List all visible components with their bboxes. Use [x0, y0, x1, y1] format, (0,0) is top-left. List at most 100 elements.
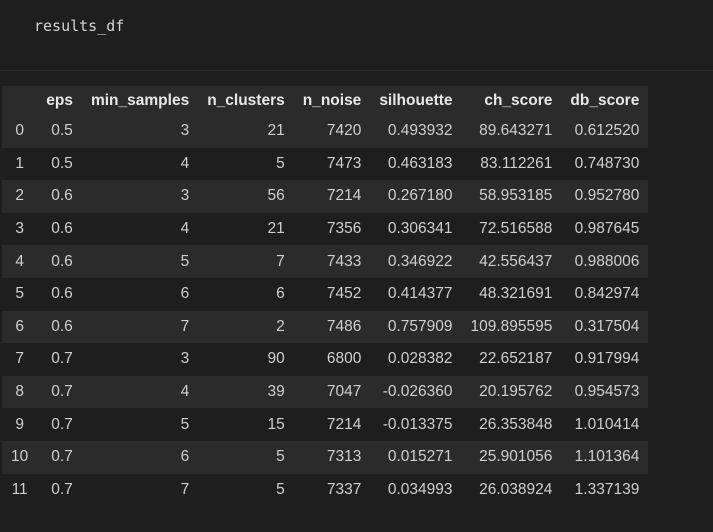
- header-eps: eps: [37, 86, 82, 115]
- header-silhouette: silhouette: [370, 86, 462, 115]
- db-score-cell: 0.987645: [574, 220, 640, 238]
- eps-cell: 0.6: [51, 252, 73, 270]
- db-score-cell: 1.010414: [574, 415, 640, 433]
- eps-cell: 0.7: [51, 448, 73, 466]
- ch-score-cell: 42.556437: [479, 252, 553, 270]
- row-index: 10: [11, 448, 29, 466]
- header-n-clusters: n_clusters: [198, 86, 294, 115]
- table-row: 4 0.6 5 7 7433 0.346922 42.556437 0.988006: [2, 245, 649, 278]
- row-index: 9: [15, 415, 24, 433]
- eps-cell: 0.7: [51, 480, 73, 498]
- n-clusters-cell: 5: [276, 480, 285, 498]
- ch-score-cell: 22.652187: [479, 350, 553, 368]
- ch-score-cell: 26.038924: [479, 480, 553, 498]
- table-row: 5 0.6 6 6 7452 0.414377 48.321691 0.842974: [2, 277, 649, 311]
- n-noise-cell: 7214: [326, 415, 362, 433]
- eps-cell: 0.7: [51, 415, 73, 433]
- table-row: 7 0.7 3 90 6800 0.028382 22.652187 0.917994: [2, 343, 649, 376]
- row-index: 11: [11, 480, 28, 498]
- n-noise-cell: 7214: [326, 187, 362, 205]
- min-samples-cell: 4: [180, 220, 190, 238]
- n-clusters-cell: 39: [267, 383, 285, 401]
- db-score-cell: 1.101364: [574, 448, 640, 466]
- n-noise-cell: 7356: [326, 220, 362, 238]
- row-index: 5: [15, 285, 24, 303]
- code-cell[interactable]: results_df: [0, 0, 713, 71]
- row-index: 8: [15, 383, 24, 401]
- silhouette-cell: 0.493932: [387, 122, 453, 140]
- n-noise-cell: 7486: [326, 317, 362, 335]
- eps-cell: 0.7: [51, 383, 73, 401]
- row-index: 2: [15, 187, 24, 205]
- header-n-noise: n_noise: [293, 86, 371, 115]
- min-samples-cell: 7: [180, 480, 190, 498]
- eps-cell: 0.6: [51, 187, 73, 205]
- eps-cell: 0.5: [51, 154, 73, 172]
- silhouette-cell: 0.015271: [387, 448, 453, 466]
- results-table: eps min_samples n_clusters n_noise silho…: [2, 86, 649, 507]
- table-body: 0 0.5 3 21 7420 0.493932 89.643271 0.612520 1 0.5…: [2, 115, 649, 507]
- db-score-cell: 0.988006: [574, 252, 640, 270]
- n-clusters-cell: 5: [276, 154, 285, 172]
- table-row: 3 0.6 4 21 7356 0.306341 72.516588 0.987645: [2, 212, 649, 246]
- ch-score-cell: 83.112261: [480, 154, 553, 172]
- ch-score-cell: 58.953185: [479, 187, 553, 205]
- table-header-row: eps min_samples n_clusters n_noise silho…: [2, 86, 649, 115]
- table-row: 6 0.6 7 2 7486 0.757909 109.895595 0.317504: [2, 310, 649, 344]
- n-clusters-cell: 2: [276, 317, 285, 335]
- n-noise-cell: 7337: [326, 480, 362, 498]
- silhouette-cell: 0.414377: [387, 285, 453, 303]
- min-samples-cell: 4: [180, 154, 190, 172]
- table-row: 8 0.7 4 39 7047 -0.026360 20.195762 0.954573: [2, 375, 649, 409]
- row-index: 4: [15, 252, 24, 270]
- table-row: 0 0.5 3 21 7420 0.493932 89.643271 0.612520: [2, 115, 649, 148]
- ch-score-cell: 20.195762: [479, 383, 553, 401]
- header-index: [2, 86, 38, 115]
- min-samples-cell: 4: [180, 383, 190, 401]
- db-score-cell: 0.842974: [574, 285, 640, 303]
- table-row: 2 0.6 3 56 7214 0.267180 58.953185 0.952780: [2, 180, 649, 213]
- min-samples-cell: 3: [180, 187, 190, 205]
- row-index: 6: [15, 317, 24, 335]
- n-clusters-cell: 21: [267, 220, 285, 238]
- n-clusters-cell: 15: [267, 415, 285, 433]
- silhouette-cell: -0.026360: [382, 383, 453, 401]
- db-score-cell: 0.917994: [574, 350, 640, 368]
- min-samples-cell: 7: [180, 317, 190, 335]
- n-noise-cell: 7313: [326, 448, 362, 466]
- n-noise-cell: 7433: [326, 252, 362, 270]
- db-score-cell: 0.748730: [574, 154, 640, 172]
- code-text[interactable]: results_df: [34, 17, 124, 35]
- eps-cell: 0.6: [51, 285, 73, 303]
- min-samples-cell: 5: [180, 415, 190, 433]
- silhouette-cell: 0.346922: [387, 252, 453, 270]
- db-score-cell: 0.952780: [574, 187, 640, 205]
- row-index: 1: [15, 154, 24, 172]
- n-clusters-cell: 21: [267, 122, 285, 140]
- min-samples-cell: 3: [180, 122, 190, 140]
- silhouette-cell: 0.267180: [387, 187, 453, 205]
- output-cell: eps min_samples n_clusters n_noise silho…: [0, 71, 713, 532]
- db-score-cell: 0.612520: [574, 122, 640, 140]
- eps-cell: 0.6: [51, 220, 73, 238]
- min-samples-cell: 5: [180, 252, 190, 270]
- n-noise-cell: 7452: [326, 285, 362, 303]
- silhouette-cell: 0.757909: [387, 317, 453, 335]
- silhouette-cell: -0.013375: [382, 415, 453, 433]
- n-noise-cell: 6800: [326, 350, 362, 368]
- silhouette-cell: 0.028382: [387, 350, 453, 368]
- silhouette-cell: 0.463183: [387, 154, 453, 172]
- ch-score-cell: 72.516588: [479, 220, 553, 238]
- header-ch-score: ch_score: [461, 86, 562, 115]
- row-index: 0: [15, 122, 24, 140]
- table-row: 9 0.7 5 15 7214 -0.013375 26.353848 1.010414: [2, 408, 649, 441]
- min-samples-cell: 6: [180, 285, 190, 303]
- silhouette-cell: 0.034993: [387, 480, 453, 498]
- db-score-cell: 0.317504: [574, 317, 640, 335]
- ch-score-cell: 109.895595: [470, 317, 553, 335]
- eps-cell: 0.7: [51, 350, 73, 368]
- n-clusters-cell: 90: [267, 350, 285, 368]
- ch-score-cell: 26.353848: [479, 415, 553, 433]
- n-clusters-cell: 56: [267, 187, 285, 205]
- db-score-cell: 0.954573: [574, 383, 640, 401]
